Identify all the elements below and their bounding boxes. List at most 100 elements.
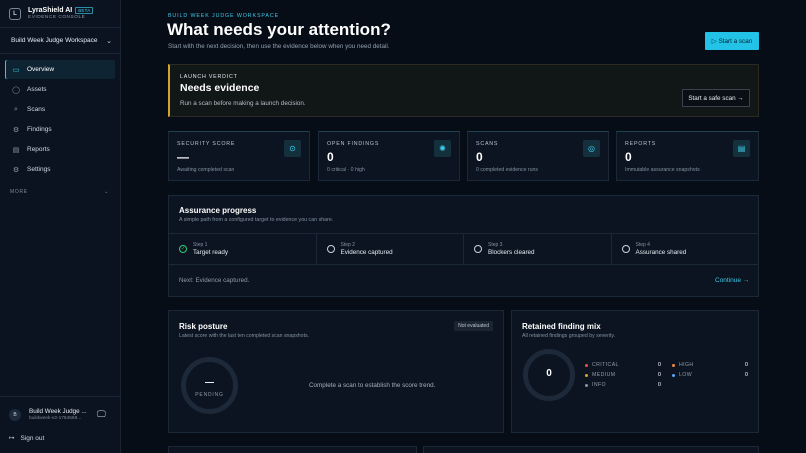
stat-label: SCANS <box>476 141 499 147</box>
workspace-selector[interactable]: Build Week Judge Workspace ⌄ <box>0 28 120 54</box>
start-safe-scan-button[interactable]: Start a safe scan → <box>682 89 750 107</box>
page-title: What needs your attention? <box>167 20 391 39</box>
legend-value: 0 <box>658 382 661 388</box>
sidebar-item-scans[interactable]: ⌕ Scans <box>5 100 115 119</box>
stat-card-scans: SCANS 0 0 completed evidence runs ◎ <box>467 131 609 181</box>
finding-mix-card: Retained finding mix All retained findin… <box>511 310 759 433</box>
chevron-down-icon: ⌄ <box>104 189 109 195</box>
sidebar-item-assets[interactable]: ◯ Assets <box>5 80 115 99</box>
sign-out-label: Sign out <box>20 434 45 442</box>
assurance-title: Assurance progress <box>179 206 257 215</box>
stat-sub: 0 completed evidence runs <box>476 167 538 173</box>
findings-icon: ⚙ <box>12 126 20 134</box>
document-icon: ▤ <box>733 140 750 157</box>
beta-badge: BETA <box>75 7 94 14</box>
stat-card-security-score: SECURITY SCORE — Awaiting completed scan… <box>168 131 310 181</box>
sidebar-item-label: Reports <box>27 146 50 153</box>
assurance-steps: ✓ Step 1 Target ready Step 2 Evidence ca… <box>169 233 758 265</box>
high-dot <box>672 363 675 367</box>
stat-card-open-findings: OPEN FINDINGS 0 0 critical · 0 high ✺ <box>318 131 460 181</box>
medium-dot <box>585 373 588 377</box>
reports-icon: ▤ <box>12 146 20 154</box>
legend-label: CRITICAL <box>592 362 619 368</box>
legend-label: LOW <box>679 372 693 378</box>
sidebar-item-reports[interactable]: ▤ Reports <box>5 140 115 159</box>
step-name: Blockers cleared <box>488 249 535 256</box>
next-step-text: Next: Evidence captured. <box>179 277 250 284</box>
main-content: BUILD WEEK JUDGE WORKSPACE What needs yo… <box>121 0 806 453</box>
step-target-ready: ✓ Step 1 Target ready <box>169 234 317 264</box>
legend-value: 0 <box>745 372 748 378</box>
step-assurance-shared: Step 4 Assurance shared <box>612 234 759 264</box>
more-label: MORE <box>10 189 28 195</box>
gauge-label: PENDING <box>195 392 224 398</box>
bug-icon: ✺ <box>434 140 451 157</box>
monitor-icon[interactable]: 🖵 <box>97 409 106 420</box>
stat-label: SECURITY SCORE <box>177 141 236 147</box>
page-subtitle: Start with the next decision, then use t… <box>168 43 390 50</box>
legend-critical: CRITICAL 0 <box>585 362 661 368</box>
start-safe-scan-label: Start a safe scan <box>688 94 736 102</box>
circle-icon <box>474 245 482 253</box>
mix-subtitle: All retained findings grouped by severit… <box>522 333 616 339</box>
legend-value: 0 <box>745 362 748 368</box>
settings-icon: ⚙ <box>12 166 20 174</box>
risk-subtitle: Latest score with the last ten completed… <box>179 333 310 339</box>
circle-icon <box>326 245 335 253</box>
sidebar-item-label: Scans <box>27 106 46 113</box>
step-evidence-captured: Step 2 Evidence captured <box>317 234 464 264</box>
stat-sub: Awaiting completed scan <box>177 167 235 173</box>
user-name: Build Week Judge ... <box>29 408 87 415</box>
start-scan-button[interactable]: ▷ Start a scan <box>705 32 759 50</box>
step-number: Step 4 <box>635 242 650 248</box>
sign-out-button[interactable]: ↦ Sign out <box>9 434 45 443</box>
sidebar-item-label: Findings <box>27 126 52 133</box>
brand-name: LyraShield AI <box>28 7 73 14</box>
user-profile[interactable]: B Build Week Judge ... buildweek-v2-1764… <box>0 396 121 432</box>
circle-icon <box>621 245 630 253</box>
sidebar-item-label: Overview <box>27 66 55 73</box>
step-name: Evidence captured <box>340 249 393 256</box>
more-toggle[interactable]: MORE ⌄ <box>0 189 120 195</box>
critical-dot <box>585 363 588 367</box>
step-name: Target ready <box>193 249 229 256</box>
severity-donut: 0 <box>523 349 575 401</box>
shield-icon: ⊙ <box>284 140 301 157</box>
sidebar-nav: ▭ Overview ◯ Assets ⌕ Scans ⚙ Findings ▤… <box>0 54 120 179</box>
sidebar: L LyraShield AI BETA EVIDENCE CONSOLE Bu… <box>0 0 121 453</box>
brand-subtitle: EVIDENCE CONSOLE <box>28 15 86 20</box>
legend-label: INFO <box>592 382 606 388</box>
gauge-value: — <box>205 377 214 387</box>
sign-out-icon: ↦ <box>9 435 15 442</box>
stat-value: — <box>177 150 189 164</box>
sidebar-item-label: Assets <box>27 86 47 93</box>
sidebar-item-settings[interactable]: ⚙ Settings <box>5 160 115 179</box>
legend-info: INFO 0 <box>585 382 661 388</box>
donut-total: 0 <box>546 368 552 379</box>
risk-title: Risk posture <box>179 322 228 331</box>
stat-card-reports: REPORTS 0 Immutable assurance snapshots … <box>616 131 759 181</box>
overview-icon: ▭ <box>12 66 20 74</box>
stat-label: OPEN FINDINGS <box>327 141 380 147</box>
low-dot <box>672 373 675 377</box>
brand: L LyraShield AI BETA EVIDENCE CONSOLE <box>0 0 120 28</box>
chevron-down-icon: ⌄ <box>106 37 112 45</box>
legend-label: HIGH <box>679 362 694 368</box>
info-dot <box>585 383 588 387</box>
continue-link[interactable]: Continue → <box>715 277 749 284</box>
sidebar-item-overview[interactable]: ▭ Overview <box>5 60 115 79</box>
legend-value: 0 <box>658 372 661 378</box>
legend-high: HIGH 0 <box>672 362 748 368</box>
stat-value: 0 <box>476 150 483 164</box>
radar-icon: ◎ <box>583 140 600 157</box>
mix-title: Retained finding mix <box>522 322 601 331</box>
legend-medium: MEDIUM 0 <box>585 372 661 378</box>
play-icon: ▷ <box>711 37 717 45</box>
risk-empty-message: Complete a scan to establish the score t… <box>309 382 436 389</box>
scans-icon: ⌕ <box>14 105 18 113</box>
status-badge: Not evaluated <box>454 321 493 331</box>
launch-verdict-card: LAUNCH VERDICT Needs evidence Run a scan… <box>168 64 759 117</box>
verdict-eyebrow: LAUNCH VERDICT <box>180 74 238 80</box>
sidebar-item-findings[interactable]: ⚙ Findings <box>5 120 115 139</box>
workspace-eyebrow: BUILD WEEK JUDGE WORKSPACE <box>168 13 280 19</box>
